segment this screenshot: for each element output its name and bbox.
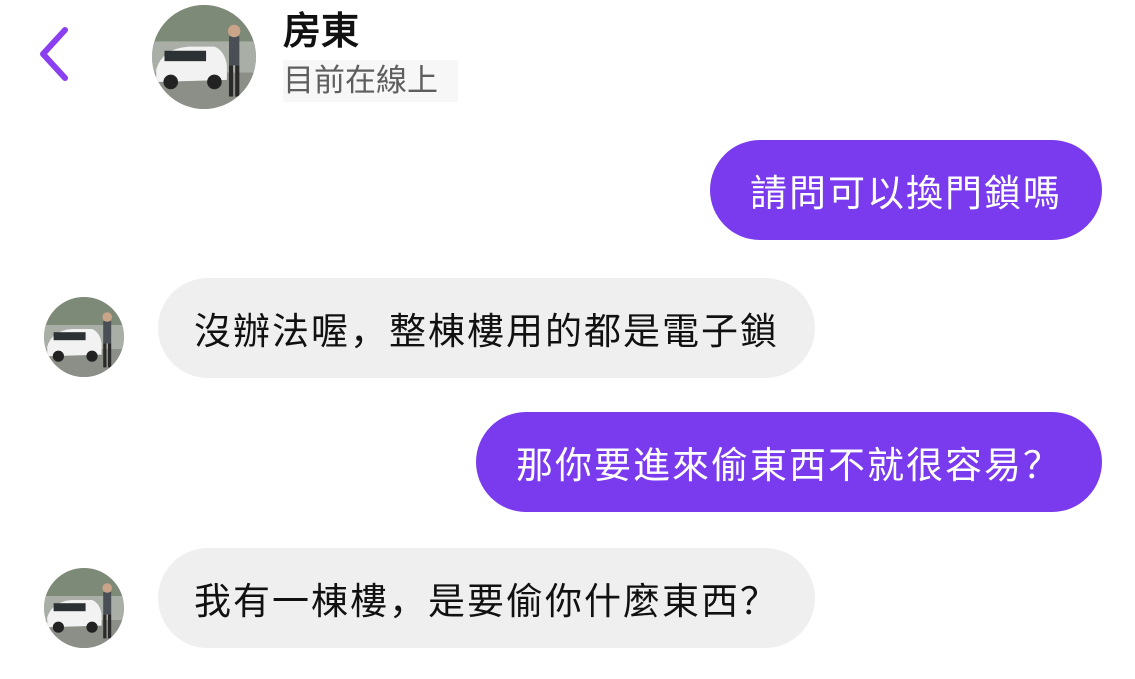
online-status: 目前在線上 bbox=[283, 60, 458, 102]
chevron-left-icon bbox=[40, 27, 68, 81]
contact-avatar[interactable] bbox=[152, 5, 256, 109]
chat-header: 房東 目前在線上 bbox=[0, 0, 1135, 118]
message-bubble-incoming[interactable]: 我有一棟樓，是要偷你什麼東西？ bbox=[158, 548, 815, 648]
contact-name: 房東 bbox=[283, 9, 360, 53]
contact-avatar[interactable] bbox=[44, 568, 124, 648]
back-button[interactable] bbox=[30, 22, 80, 86]
contact-avatar[interactable] bbox=[44, 297, 124, 377]
message-bubble-incoming[interactable]: 沒辦法喔，整棟樓用的都是電子鎖 bbox=[158, 278, 815, 378]
message-bubble-outgoing[interactable]: 那你要進來偷東西不就很容易？ bbox=[476, 412, 1102, 512]
message-bubble-outgoing[interactable]: 請問可以換門鎖嗎 bbox=[710, 140, 1102, 240]
contact-info[interactable]: 房東 目前在線上 bbox=[283, 6, 458, 102]
